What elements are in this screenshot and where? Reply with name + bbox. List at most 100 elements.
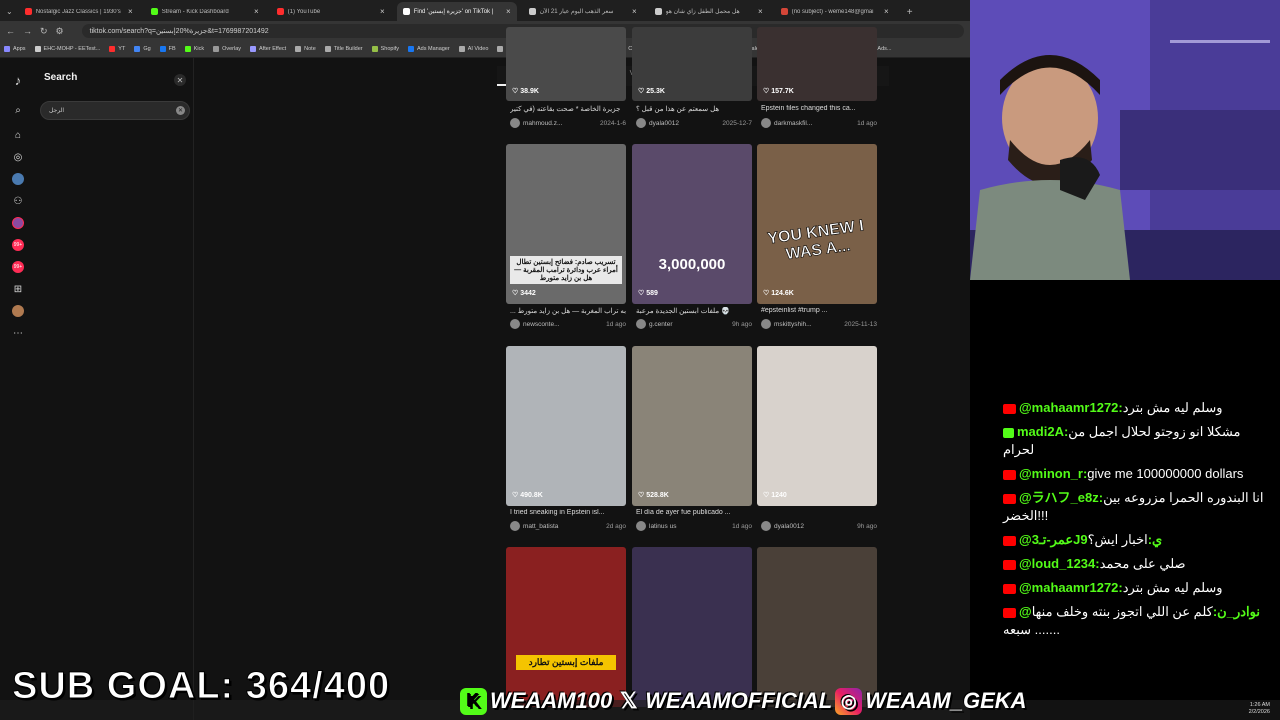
- tiktok-logo-icon[interactable]: ♪: [10, 72, 26, 88]
- video-caption[interactable]: هل سمعتم عن هذا من قبل ؟: [636, 105, 752, 113]
- video-thumbnail[interactable]: YOU KNEW I WAS A...: [757, 144, 877, 304]
- browser-tab[interactable]: (no subject) - weme148@gmai ×: [775, 2, 895, 21]
- search-icon[interactable]: ⌕: [10, 102, 26, 118]
- avatar[interactable]: [636, 319, 646, 329]
- video-thumbnail[interactable]: [632, 547, 752, 707]
- avatar[interactable]: [761, 521, 771, 531]
- video-author[interactable]: newsconte...: [523, 321, 603, 328]
- bookmark-item[interactable]: Ads Manager: [407, 46, 450, 52]
- home-icon[interactable]: ⌂: [10, 127, 26, 143]
- video-caption[interactable]: I tried sneaking in Epstein isl...: [510, 509, 626, 516]
- explore-icon[interactable]: ◎: [10, 149, 26, 165]
- heart-icon: ♡: [512, 290, 521, 297]
- tab-close-icon[interactable]: ×: [128, 7, 133, 16]
- video-thumbnail[interactable]: [757, 346, 877, 506]
- youtube-icon: [1003, 583, 1016, 594]
- chat-username: @mahaamr1272:: [1019, 400, 1123, 415]
- more-icon[interactable]: ⋯: [10, 325, 26, 341]
- video-author[interactable]: latinus us: [649, 523, 729, 530]
- video-author[interactable]: matt_batista: [523, 523, 603, 530]
- avatar[interactable]: [761, 319, 771, 329]
- bookmark-favicon-icon: [184, 46, 191, 52]
- video-thumbnail[interactable]: [632, 346, 752, 506]
- tab-menu-icon[interactable]: ⌄: [0, 7, 19, 21]
- bookmark-item[interactable]: Title Builder: [324, 46, 363, 52]
- tab-close-icon[interactable]: ×: [254, 7, 259, 16]
- bookmark-item[interactable]: AI Video: [458, 46, 488, 52]
- activity-icon[interactable]: 99+: [10, 259, 26, 275]
- chat-username: @ラハフ_e8z:: [1019, 490, 1104, 505]
- browser-tab[interactable]: Find 'جزيرة إبستين' on TikTok | ×: [396, 2, 517, 21]
- heart-icon: ♡: [512, 88, 521, 95]
- search-input[interactable]: الرجل ✕: [40, 101, 190, 120]
- chat-username: @minon_r:: [1019, 466, 1088, 481]
- like-count: ♡ 38.9K: [512, 87, 539, 95]
- video-author[interactable]: mskittyshih...: [774, 321, 841, 328]
- bookmark-item[interactable]: Gg: [134, 46, 151, 52]
- video-thumbnail[interactable]: ملفات إبستين تطارد: [506, 547, 626, 707]
- tab-close-icon[interactable]: ×: [758, 7, 763, 16]
- heart-icon: ♡: [763, 290, 772, 297]
- tab-close-icon[interactable]: ×: [632, 7, 637, 16]
- browser-tab[interactable]: (1) YouTube ×: [271, 2, 391, 21]
- tab-close-icon[interactable]: ×: [884, 7, 889, 16]
- avatar[interactable]: [636, 521, 646, 531]
- live-avatar-icon[interactable]: [10, 215, 26, 231]
- bookmark-favicon-icon: [407, 46, 414, 52]
- bookmark-item[interactable]: Note: [295, 46, 316, 52]
- clear-search-icon[interactable]: ✕: [176, 106, 185, 115]
- browser-tab[interactable]: سعر الذهب اليوم عيار 21 الآن ×: [523, 2, 643, 21]
- browser-tab[interactable]: هل محمل الطفل زاي شان هو ×: [649, 2, 769, 21]
- video-thumbnail[interactable]: [757, 547, 877, 707]
- browser-tab[interactable]: Nostalgic Jazz Classics | 1930's ×: [19, 2, 139, 21]
- bookmark-item[interactable]: Kick: [184, 46, 204, 52]
- bookmark-favicon-icon: [458, 46, 465, 52]
- browser-tab[interactable]: Stream - Kick Dashboard ×: [145, 2, 265, 21]
- tab-title: (no subject) - weme148@gmai: [791, 8, 874, 15]
- bookmark-item[interactable]: YT: [109, 46, 125, 52]
- bookmark-item[interactable]: Shopify: [371, 46, 399, 52]
- video-thumbnail[interactable]: [506, 346, 626, 506]
- tab-close-icon[interactable]: ×: [380, 7, 385, 16]
- system-tray: 1:26 AM 2/2/2026: [1249, 702, 1270, 716]
- new-tab-button[interactable]: +: [901, 7, 919, 21]
- bookmark-item[interactable]: Apps: [4, 46, 26, 52]
- video-caption[interactable]: El día de ayer fue publicado ...: [636, 509, 752, 516]
- video-caption[interactable]: ملفات ابستين الجديدة مرعبة 💀: [636, 307, 752, 315]
- video-caption[interactable]: ... به تراب المغربة — هل بن زايد متورط: [510, 307, 626, 315]
- bookmark-item[interactable]: Overlay: [213, 46, 241, 52]
- video-caption[interactable]: Epstein files changed this ca...: [761, 105, 877, 112]
- video-author[interactable]: g.center: [649, 321, 729, 328]
- avatar[interactable]: [510, 118, 520, 128]
- close-icon[interactable]: ✕: [174, 74, 186, 86]
- video-thumbnail[interactable]: تسريب صادم: فضائح إبستين تطال أمراء عرب …: [506, 144, 626, 304]
- friends-icon[interactable]: ⚇: [10, 193, 26, 209]
- avatar[interactable]: [510, 521, 520, 531]
- bookmark-item[interactable]: EHC-MOHP - EETest...: [34, 46, 100, 52]
- webcam-feed: [970, 0, 1280, 280]
- video-thumbnail[interactable]: 3,000,000: [632, 144, 752, 304]
- video-author[interactable]: darkmaskfil...: [774, 120, 854, 127]
- avatar[interactable]: [761, 118, 771, 128]
- site-info-icon[interactable]: ⚙: [56, 26, 64, 37]
- video-caption[interactable]: جزيرة الخاصة * صحت بقاعته (في كتير: [510, 105, 626, 113]
- tab-close-icon[interactable]: ×: [506, 7, 511, 16]
- video-author[interactable]: dyala0012: [774, 523, 854, 530]
- forward-icon[interactable]: →: [23, 26, 32, 36]
- video-author[interactable]: mahmoud.z...: [523, 120, 597, 127]
- like-count: ♡ 490.8K: [512, 491, 543, 499]
- back-icon[interactable]: ←: [6, 26, 15, 36]
- following-avatar-icon[interactable]: [10, 171, 26, 187]
- chat-message: @loud_1234:صلي على محمد: [1003, 555, 1275, 573]
- video-caption[interactable]: #epsteinlist #trump ...: [761, 307, 877, 314]
- bookmark-item[interactable]: FB: [159, 46, 176, 52]
- upload-icon[interactable]: ⊞: [10, 281, 26, 297]
- video-author[interactable]: dyala0012: [649, 120, 719, 127]
- bookmark-item[interactable]: After Effect: [250, 46, 286, 52]
- messages-icon[interactable]: 99+: [10, 237, 26, 253]
- video-date: 2024-1-6: [599, 119, 626, 127]
- avatar[interactable]: [510, 319, 520, 329]
- avatar[interactable]: [636, 118, 646, 128]
- reload-icon[interactable]: ↻: [40, 26, 48, 37]
- profile-avatar-icon[interactable]: [10, 303, 26, 319]
